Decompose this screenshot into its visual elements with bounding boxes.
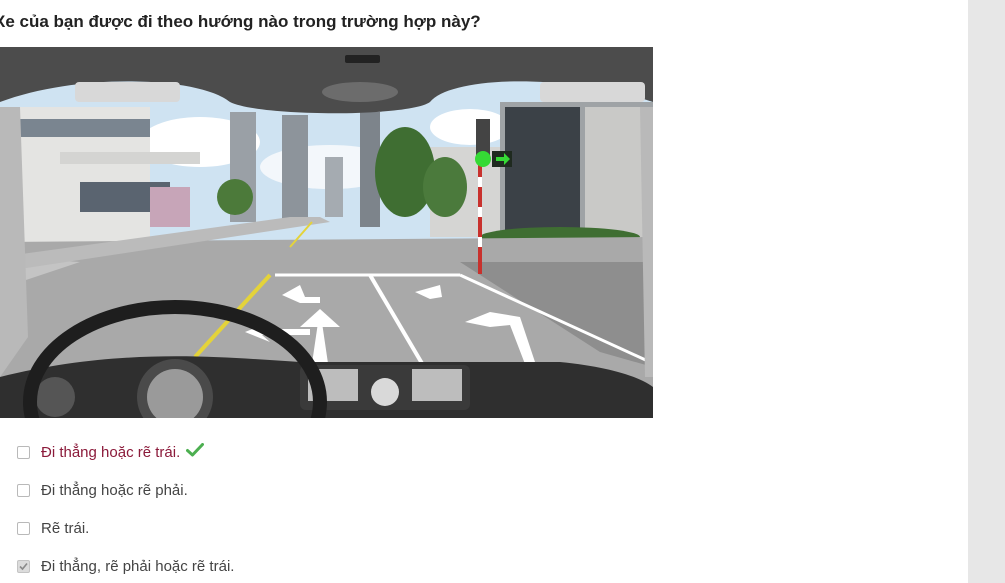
check-mark-icon — [186, 442, 205, 462]
option-1-label: Đi thẳng hoặc rẽ trái. — [41, 443, 181, 461]
option-3-label: Rẽ trái. — [41, 519, 90, 537]
question-title: Xe của bạn được đi theo hướng nào trong … — [0, 12, 481, 31]
option-1-checkbox[interactable] — [17, 445, 30, 459]
option-3[interactable]: Rẽ trái. — [17, 515, 89, 541]
option-4[interactable]: Đi thẳng, rẽ phải hoặc rẽ trái. — [17, 553, 234, 579]
option-2-checkbox[interactable] — [17, 483, 30, 497]
traffic-scene-image — [0, 47, 653, 418]
option-4-label: Đi thẳng, rẽ phải hoặc rẽ trái. — [41, 557, 235, 575]
option-2[interactable]: Đi thẳng hoặc rẽ phải. — [17, 477, 188, 503]
option-1[interactable]: Đi thẳng hoặc rẽ trái. — [17, 439, 205, 465]
option-2-label: Đi thẳng hoặc rẽ phải. — [41, 481, 188, 499]
option-3-checkbox[interactable] — [17, 521, 30, 535]
option-4-checkbox[interactable] — [17, 559, 30, 573]
side-panel — [968, 0, 1005, 583]
